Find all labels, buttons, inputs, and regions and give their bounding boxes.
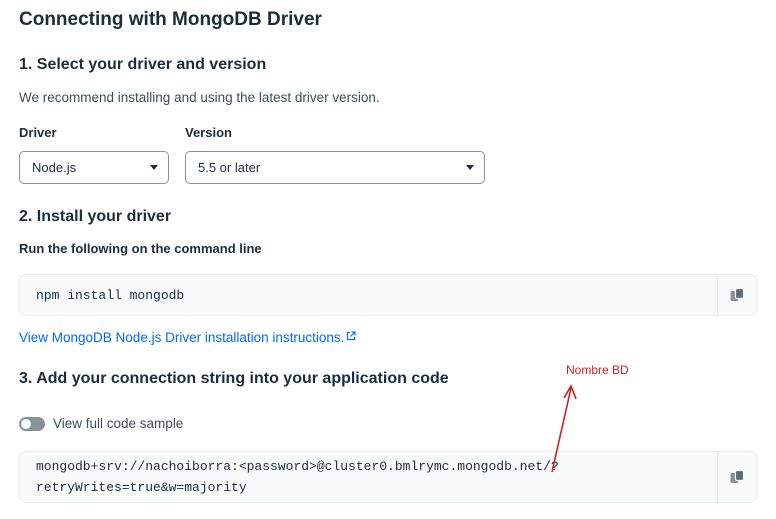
version-label: Version	[185, 125, 232, 140]
external-link-icon	[347, 331, 357, 341]
connection-string-line2: retryWrites=true&w=majority	[36, 480, 247, 495]
connection-string-box: mongodb+srv://nachoiborra:<password>@clu…	[19, 451, 757, 503]
full-code-toggle-row: View full code sample	[19, 416, 183, 431]
step2-heading: 2. Install your driver	[19, 208, 172, 225]
driver-select[interactable]: Node.js	[19, 151, 169, 184]
connection-string-line1: mongodb+srv://nachoiborra:<password>@clu…	[36, 459, 559, 474]
copy-icon	[730, 469, 745, 483]
annotation-label: Nombre BD	[566, 363, 629, 377]
step1-description: We recommend installing and using the la…	[19, 90, 380, 105]
copy-install-command-button[interactable]	[717, 275, 756, 315]
chevron-down-icon	[150, 165, 158, 170]
toggle-knob	[21, 418, 31, 429]
chevron-down-icon	[466, 165, 474, 170]
driver-instructions-link-text: View MongoDB Node.js Driver installation…	[19, 330, 345, 345]
copy-connection-string-button[interactable]	[717, 452, 756, 502]
connection-string-text[interactable]: mongodb+srv://nachoiborra:<password>@clu…	[36, 456, 559, 498]
driver-select-value: Node.js	[32, 160, 77, 175]
step1-heading: 1. Select your driver and version	[19, 56, 267, 73]
version-select-value: 5.5 or later	[198, 160, 261, 175]
version-select[interactable]: 5.5 or later	[185, 151, 485, 184]
step2-subheading: Run the following on the command line	[19, 241, 262, 256]
full-code-toggle[interactable]	[19, 416, 45, 431]
copy-icon	[730, 287, 745, 301]
page-title: Connecting with MongoDB Driver	[19, 9, 322, 30]
install-command-text[interactable]: npm install mongodb	[36, 285, 184, 306]
install-command-box: npm install mongodb	[19, 274, 757, 316]
step3-heading: 3. Add your connection string into your …	[19, 370, 449, 387]
connect-driver-panel: Connecting with MongoDB Driver 1. Select…	[0, 0, 776, 519]
full-code-toggle-label: View full code sample	[53, 416, 184, 431]
driver-label: Driver	[19, 125, 57, 140]
annotation-arrow	[551, 384, 577, 473]
driver-instructions-link[interactable]: View MongoDB Node.js Driver installation…	[19, 330, 357, 345]
